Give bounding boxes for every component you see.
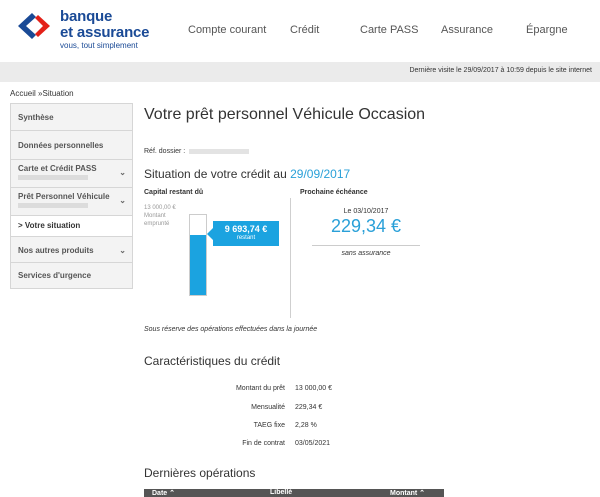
feature-value: 2,28 % <box>295 422 317 429</box>
column-header-montant[interactable]: Montant ⌃ <box>390 489 425 497</box>
sidebar-item-pret-personnel[interactable]: Prêt Personnel Véhicule ⌄ <box>11 188 132 216</box>
nav-carte-pass[interactable]: Carte PASS <box>360 24 419 36</box>
main-nav: Compte courant Crédit Carte PASS Assuran… <box>0 24 600 40</box>
sidebar-item-label: Nos autres produits <box>18 246 94 255</box>
due-label: Prochaine échéance <box>300 189 368 196</box>
next-payment-box: Le 03/10/2017 229,34 € sans assurance <box>312 208 420 257</box>
sidebar-item-synthese[interactable]: Synthèse <box>11 104 132 131</box>
reference-label: Réf. dossier : <box>144 148 186 155</box>
page-title: Votre prêt personnel Véhicule Occasion <box>144 106 426 123</box>
column-header-date[interactable]: Date ⌃ <box>152 489 175 497</box>
sidebar-item-label: Prêt Personnel Véhicule <box>18 192 110 201</box>
chevron-down-icon: ⌄ <box>119 246 126 255</box>
feature-label: TAEG fixe <box>253 422 285 429</box>
column-header-libelle[interactable]: Libellé <box>270 489 292 496</box>
capital-remaining-tag: 9 693,74 € restant <box>207 221 279 246</box>
feature-label: Fin de contrat <box>242 440 285 447</box>
last-visit-bar: Dernière visite le 29/09/2017 à 10:59 de… <box>0 62 600 82</box>
capital-label: Capital restant dû <box>144 189 204 196</box>
site-header: banque et assurance vous, tout simplemen… <box>0 0 600 60</box>
situation-date: 29/09/2017 <box>290 167 351 181</box>
breadcrumb-home[interactable]: Accueil <box>10 89 36 98</box>
nav-credit[interactable]: Crédit <box>290 24 319 36</box>
logo-line1: banque <box>60 8 113 25</box>
sidebar-item-label: Carte et Crédit PASS <box>18 164 97 173</box>
sidebar-subitem-marker: > <box>18 221 23 230</box>
last-visit-text: Dernière visite le 29/09/2017 à 10:59 de… <box>409 67 592 74</box>
capital-total-note: Montant emprunté <box>144 213 170 227</box>
feature-value: 03/05/2021 <box>295 440 331 447</box>
sidebar-item-label: Données personnelles <box>18 141 104 150</box>
sidebar-item-autres-produits[interactable]: Nos autres produits ⌄ <box>11 236 132 263</box>
sidebar-item-label: Synthèse <box>18 113 54 122</box>
sidebar-menu: Synthèse Données personnelles Carte et C… <box>10 103 133 289</box>
masked-account-number <box>18 203 88 209</box>
column-divider <box>290 198 291 318</box>
feature-value: 229,34 € <box>295 404 323 411</box>
capital-remaining-label: restant <box>236 235 256 241</box>
next-payment-divider <box>312 245 420 246</box>
sidebar-item-label: Services d'urgence <box>18 271 92 280</box>
masked-reference-number <box>189 148 250 154</box>
capital-gauge-fill <box>190 235 206 295</box>
operations-table-header: Date ⌃ Libellé Montant ⌃ <box>144 489 444 497</box>
capital-gauge <box>189 214 207 296</box>
nav-assurance[interactable]: Assurance <box>441 24 493 36</box>
logo-tagline: vous, tout simplement <box>60 41 138 50</box>
chevron-down-icon: ⌄ <box>119 168 126 177</box>
feature-value: 13 000,00 € <box>295 385 332 392</box>
capital-total-value: 13 000,00 € <box>144 205 176 211</box>
situation-prefix: Situation de votre crédit au <box>144 167 287 181</box>
feature-label: Mensualité <box>251 404 285 411</box>
capital-total: 13 000,00 € Montant emprunté <box>144 204 188 228</box>
chevron-down-icon: ⌄ <box>119 196 126 205</box>
next-payment-amount: 229,34 € <box>330 216 402 236</box>
sidebar-item-carte-credit-pass[interactable]: Carte et Crédit PASS ⌄ <box>11 160 132 188</box>
situation-heading: Situation de votre crédit au 29/09/2017 <box>144 167 350 181</box>
sidebar-subitem-votre-situation[interactable]: > Votre situation <box>11 216 132 236</box>
features-heading: Caractéristiques du crédit <box>144 354 281 368</box>
capital-remaining-amount: 9 693,74 € <box>224 224 268 234</box>
breadcrumb-current: Situation <box>42 89 74 98</box>
next-payment-date: Le 03/10/2017 <box>343 208 389 215</box>
nav-compte-courant[interactable]: Compte courant <box>188 24 266 36</box>
sidebar-item-donnees-personnelles[interactable]: Données personnelles <box>11 131 132 160</box>
next-payment-note: sans assurance <box>341 250 391 257</box>
masked-account-number <box>18 175 88 181</box>
operations-heading: Dernières opérations <box>144 466 256 480</box>
nav-epargne[interactable]: Épargne <box>526 24 568 36</box>
breadcrumb: Accueil »Situation <box>10 89 74 98</box>
feature-label: Montant du prêt <box>235 385 285 392</box>
reserve-note: Sous réserve des opérations effectuées d… <box>144 326 318 333</box>
sidebar-item-services-urgence[interactable]: Services d'urgence <box>11 263 132 288</box>
sidebar-subitem-label: Votre situation <box>24 221 81 230</box>
reference-file: Réf. dossier : <box>144 148 250 155</box>
